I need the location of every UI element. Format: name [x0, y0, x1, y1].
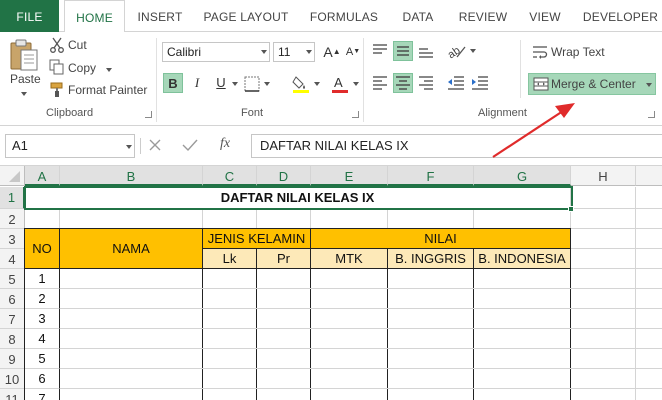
- annotation-arrow: [492, 103, 575, 158]
